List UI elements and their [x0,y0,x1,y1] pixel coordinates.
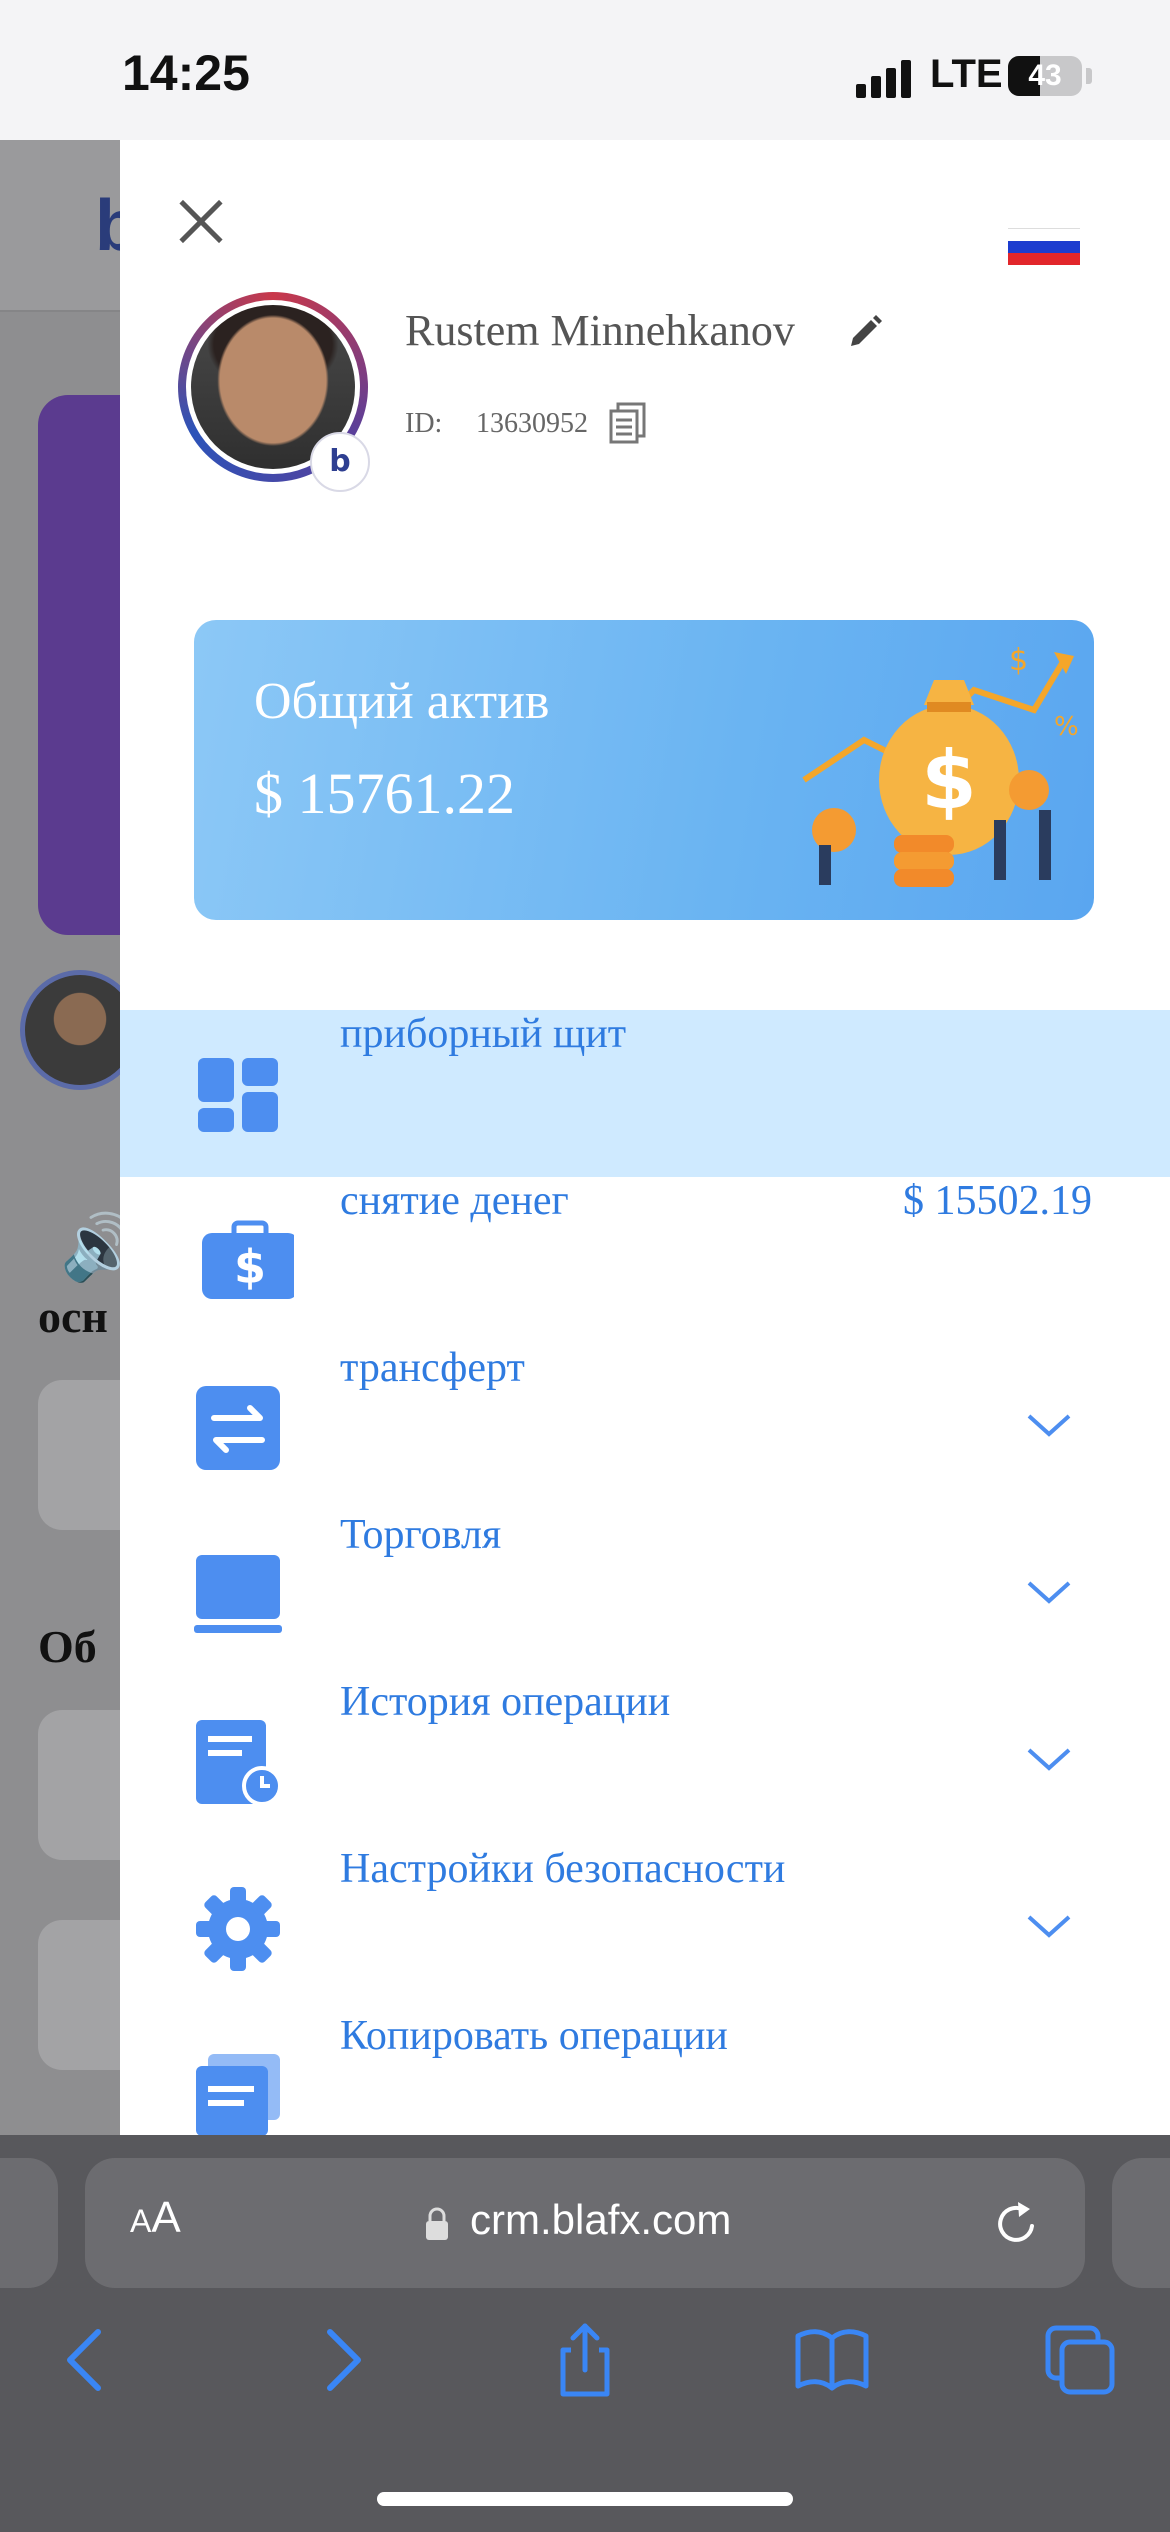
menu-label: Копировать операции [340,2013,728,2059]
drawer-menu: приборный щит $ снятие денег $ 15502.19 … [120,1010,1170,2135]
copy-trading-icon [196,2054,280,2135]
text-size-button[interactable]: AA [130,2193,181,2243]
menu-label: трансферт [340,1345,525,1391]
menu-label: снятие денег [340,1178,569,1224]
menu-item-security-settings[interactable]: Настройки безопасности [120,1845,1170,2012]
svg-text:%: % [1054,712,1079,742]
share-icon[interactable] [545,2320,625,2400]
chevron-down-icon[interactable] [1025,1911,1073,1941]
copy-icon[interactable] [608,402,648,444]
chevron-down-icon[interactable] [1025,1577,1073,1607]
chevron-down-icon[interactable] [1025,1410,1073,1440]
background-heading-2: Об [38,1621,97,1672]
svg-text:$: $ [1009,643,1028,678]
transfer-icon [196,1386,280,1470]
side-drawer: b Rustem Minnehkanov ID: 13630952 Общий … [120,140,1170,2135]
status-time: 14:25 [122,45,250,101]
brand-badge-icon: b [310,432,370,492]
menu-item-copy-trading[interactable]: Копировать операции [120,2012,1170,2135]
battery-tip [1086,68,1092,84]
user-name: Rustem Minnehkanov [405,306,795,355]
bookmarks-icon[interactable] [792,2320,872,2400]
svg-text:$: $ [921,734,977,827]
svg-text:$: $ [234,1240,266,1294]
next-tab-edge[interactable] [1112,2158,1170,2288]
trading-icon [194,1555,282,1633]
previous-tab-edge[interactable] [0,2158,58,2288]
home-indicator [377,2492,793,2506]
status-bar: 14:25 LTE 43 [0,0,1170,140]
signal-icon [856,58,912,98]
tabs-icon[interactable] [1040,2320,1120,2400]
reload-icon[interactable] [992,2198,1042,2248]
asset-title: Общий актив [254,673,550,730]
battery-level: 43 [1028,59,1062,92]
menu-label: История операции [340,1679,671,1725]
russian-flag-icon[interactable] [1008,228,1080,265]
money-bag-illustration: $ % $ [802,643,1079,887]
close-icon[interactable] [175,195,227,247]
gear-icon [196,1887,280,1971]
battery-icon: 43 [1008,56,1082,96]
menu-item-dashboard[interactable]: приборный щит [120,1010,1170,1177]
withdraw-amount: $ 15502.19 [903,1178,1092,1224]
menu-item-transfer[interactable]: трансферт [120,1344,1170,1511]
network-type: LTE [930,52,1003,96]
menu-item-history[interactable]: История операции [120,1678,1170,1845]
user-id-value: 13630952 [476,408,588,439]
total-assets-card: Общий актив $ 15761.22 $ % $ [194,620,1094,920]
back-icon[interactable] [48,2320,128,2400]
background-heading: осн [38,1291,108,1342]
forward-icon[interactable] [300,2320,380,2400]
menu-label: Настройки безопасности [340,1846,786,1892]
menu-item-withdraw[interactable]: $ снятие денег $ 15502.19 [120,1177,1170,1344]
menu-label: приборный щит [340,1011,627,1057]
lock-icon [426,2207,448,2240]
chevron-down-icon[interactable] [1025,1744,1073,1774]
menu-label: Торговля [340,1512,502,1558]
withdraw-icon: $ [202,1220,294,1299]
history-icon [196,1720,282,1806]
asset-value: $ 15761.22 [254,761,515,826]
pencil-icon[interactable] [845,312,885,352]
dashboard-icon [198,1058,278,1132]
user-id-label: ID: [405,408,443,439]
url-text: crm.blafx.com [470,2196,732,2243]
menu-item-trading[interactable]: Торговля [120,1511,1170,1678]
